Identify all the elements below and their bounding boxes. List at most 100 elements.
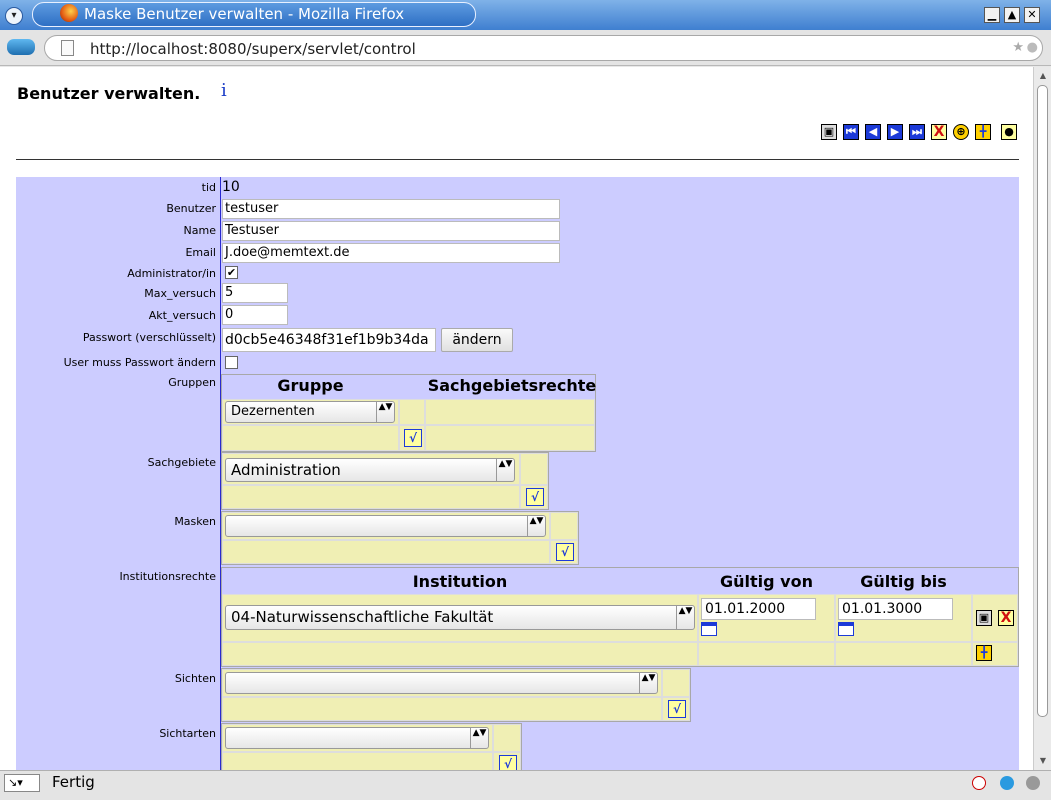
sachgebiet-select-value: Administration bbox=[231, 461, 341, 479]
calendar-von-icon[interactable] bbox=[701, 622, 717, 636]
scrollbar-thumb[interactable] bbox=[1037, 85, 1048, 717]
last-icon[interactable]: ⏭ bbox=[909, 124, 925, 140]
tid-value: 10 bbox=[222, 179, 240, 195]
inst-save-icon[interactable]: ▣ bbox=[976, 610, 992, 626]
cell bbox=[399, 399, 425, 425]
status-tool-button[interactable]: ↘▾ bbox=[4, 774, 40, 792]
sichten-ok-button[interactable]: √ bbox=[668, 700, 686, 718]
masken-ok-button[interactable]: √ bbox=[556, 543, 574, 561]
prev-icon[interactable]: ◀ bbox=[865, 124, 881, 140]
cell bbox=[493, 724, 521, 752]
scroll-down-icon[interactable]: ▼ bbox=[1036, 754, 1050, 768]
select-arrows-icon: ▲▼ bbox=[676, 606, 694, 629]
cell bbox=[425, 425, 595, 451]
label-email: Email bbox=[185, 246, 216, 259]
scroll-up-icon[interactable]: ▲ bbox=[1036, 69, 1050, 83]
add-icon[interactable]: ╋ bbox=[975, 124, 991, 140]
cell bbox=[222, 540, 550, 564]
label-max-versuch: Max_versuch bbox=[144, 287, 216, 300]
gruppen-header-gruppe: Gruppe bbox=[277, 376, 344, 395]
maximize-button[interactable]: ▲ bbox=[1004, 7, 1020, 23]
select-arrows-icon: ▲▼ bbox=[470, 728, 488, 748]
passwort-field[interactable]: d0cb5e46348f31ef1b9b34da bbox=[222, 328, 436, 352]
minimize-button[interactable]: ▁ bbox=[984, 7, 1000, 23]
addon-icon[interactable] bbox=[1026, 776, 1040, 790]
cell bbox=[222, 485, 520, 509]
cell bbox=[520, 453, 548, 485]
must-change-password-checkbox[interactable] bbox=[225, 356, 238, 369]
label-name: Name bbox=[183, 224, 216, 237]
cell bbox=[425, 399, 595, 425]
institution-select-value: 04-Naturwissenschaftliche Fakultät bbox=[231, 608, 494, 626]
cell bbox=[550, 512, 578, 540]
url-field[interactable]: http://localhost:8080/superx/servlet/con… bbox=[44, 35, 1043, 61]
cell bbox=[698, 642, 835, 666]
save-icon[interactable]: ▣ bbox=[821, 124, 837, 140]
email-field[interactable]: J.doe@memtext.de bbox=[222, 243, 560, 263]
select-arrows-icon: ▲▼ bbox=[496, 459, 514, 481]
change-password-button[interactable]: ändern bbox=[441, 328, 513, 352]
label-tid: tid bbox=[201, 181, 216, 194]
institution-select[interactable]: 04-Naturwissenschaftliche Fakultät ▲▼ bbox=[225, 605, 695, 630]
inst-add-icon[interactable]: ╋ bbox=[976, 645, 992, 661]
sachgebiet-select[interactable]: Administration ▲▼ bbox=[225, 458, 515, 482]
label-akt-versuch: Akt_versuch bbox=[148, 309, 216, 322]
cell bbox=[222, 697, 662, 721]
gruppen-header-sachgebietsrechte: Sachgebietsrechte bbox=[427, 376, 597, 395]
calendar-bis-icon[interactable] bbox=[838, 622, 854, 636]
go-icon[interactable]: ● bbox=[1027, 40, 1038, 55]
gruppen-table: Gruppe Sachgebietsrechte Dezernenten ▲▼ √ bbox=[221, 374, 596, 452]
gruppe-select[interactable]: Dezernenten ▲▼ bbox=[225, 401, 395, 423]
label-masken: Masken bbox=[174, 515, 216, 528]
label-benutzer: Benutzer bbox=[166, 202, 216, 215]
close-button[interactable]: ✕ bbox=[1024, 7, 1040, 23]
benutzer-field[interactable]: testuser bbox=[222, 199, 560, 219]
gueltig-bis-field[interactable]: 01.01.3000 bbox=[838, 598, 953, 620]
options-icon[interactable]: ● bbox=[1001, 124, 1017, 140]
max-versuch-field[interactable]: 5 bbox=[222, 283, 288, 303]
sichtarten-ok-button[interactable]: √ bbox=[499, 755, 517, 770]
select-arrows-icon: ▲▼ bbox=[639, 673, 657, 693]
page-icon bbox=[61, 40, 74, 56]
sachgebiete-table: Administration ▲▼ √ bbox=[221, 452, 549, 510]
gueltig-von-field[interactable]: 01.01.2000 bbox=[701, 598, 816, 620]
status-bar: ↘▾ Fertig bbox=[0, 770, 1051, 800]
vertical-scrollbar[interactable]: ▲ ▼ bbox=[1033, 67, 1051, 770]
delete-icon[interactable]: X bbox=[931, 124, 947, 140]
firefox-icon bbox=[60, 4, 78, 22]
site-identity-icon[interactable] bbox=[7, 39, 35, 55]
sichtarten-table: ▲▼ √ bbox=[221, 723, 522, 770]
next-icon[interactable]: ▶ bbox=[887, 124, 903, 140]
info-icon[interactable]: i bbox=[221, 80, 227, 101]
sachgebiete-ok-button[interactable]: √ bbox=[526, 488, 544, 506]
gruppen-ok-button[interactable]: √ bbox=[404, 429, 422, 447]
blocked-icon[interactable] bbox=[972, 776, 986, 790]
akt-versuch-field[interactable]: 0 bbox=[222, 305, 288, 325]
select-arrows-icon: ▲▼ bbox=[376, 402, 394, 422]
masken-select[interactable]: ▲▼ bbox=[225, 515, 546, 537]
window-menu-button[interactable]: ▾ bbox=[5, 7, 23, 25]
inst-delete-icon[interactable]: X bbox=[998, 610, 1014, 626]
sichten-select[interactable]: ▲▼ bbox=[225, 672, 658, 694]
label-sichten: Sichten bbox=[174, 672, 216, 685]
name-field[interactable]: Testuser bbox=[222, 221, 560, 241]
new-record-icon[interactable]: ⊕ bbox=[953, 124, 969, 140]
label-admin: Administrator/in bbox=[127, 267, 216, 280]
network-icon[interactable] bbox=[1000, 776, 1014, 790]
url-text[interactable]: http://localhost:8080/superx/servlet/con… bbox=[90, 40, 416, 58]
user-form: tid 10 Benutzer testuser Name Testuser E… bbox=[16, 177, 1019, 770]
label-passwort: Passwort (verschlüsselt) bbox=[82, 331, 216, 344]
sichtarten-select[interactable]: ▲▼ bbox=[225, 727, 489, 749]
inst-header-gueltig-bis: Gültig bis bbox=[860, 572, 947, 591]
first-icon[interactable]: ⏮ bbox=[843, 124, 859, 140]
institutionsrechte-table: Institution Gültig von Gültig bis 04-Nat… bbox=[221, 567, 1019, 667]
cell bbox=[662, 669, 690, 697]
label-sichtarten: Sichtarten bbox=[159, 727, 216, 740]
select-arrows-icon: ▲▼ bbox=[527, 516, 545, 536]
divider bbox=[16, 159, 1019, 160]
cell bbox=[835, 642, 972, 666]
inst-header-institution: Institution bbox=[412, 572, 508, 591]
bookmark-star-icon[interactable]: ★ bbox=[1012, 40, 1024, 55]
admin-checkbox[interactable]: ✔ bbox=[225, 266, 238, 279]
page-title: Benutzer verwalten. bbox=[17, 84, 201, 103]
